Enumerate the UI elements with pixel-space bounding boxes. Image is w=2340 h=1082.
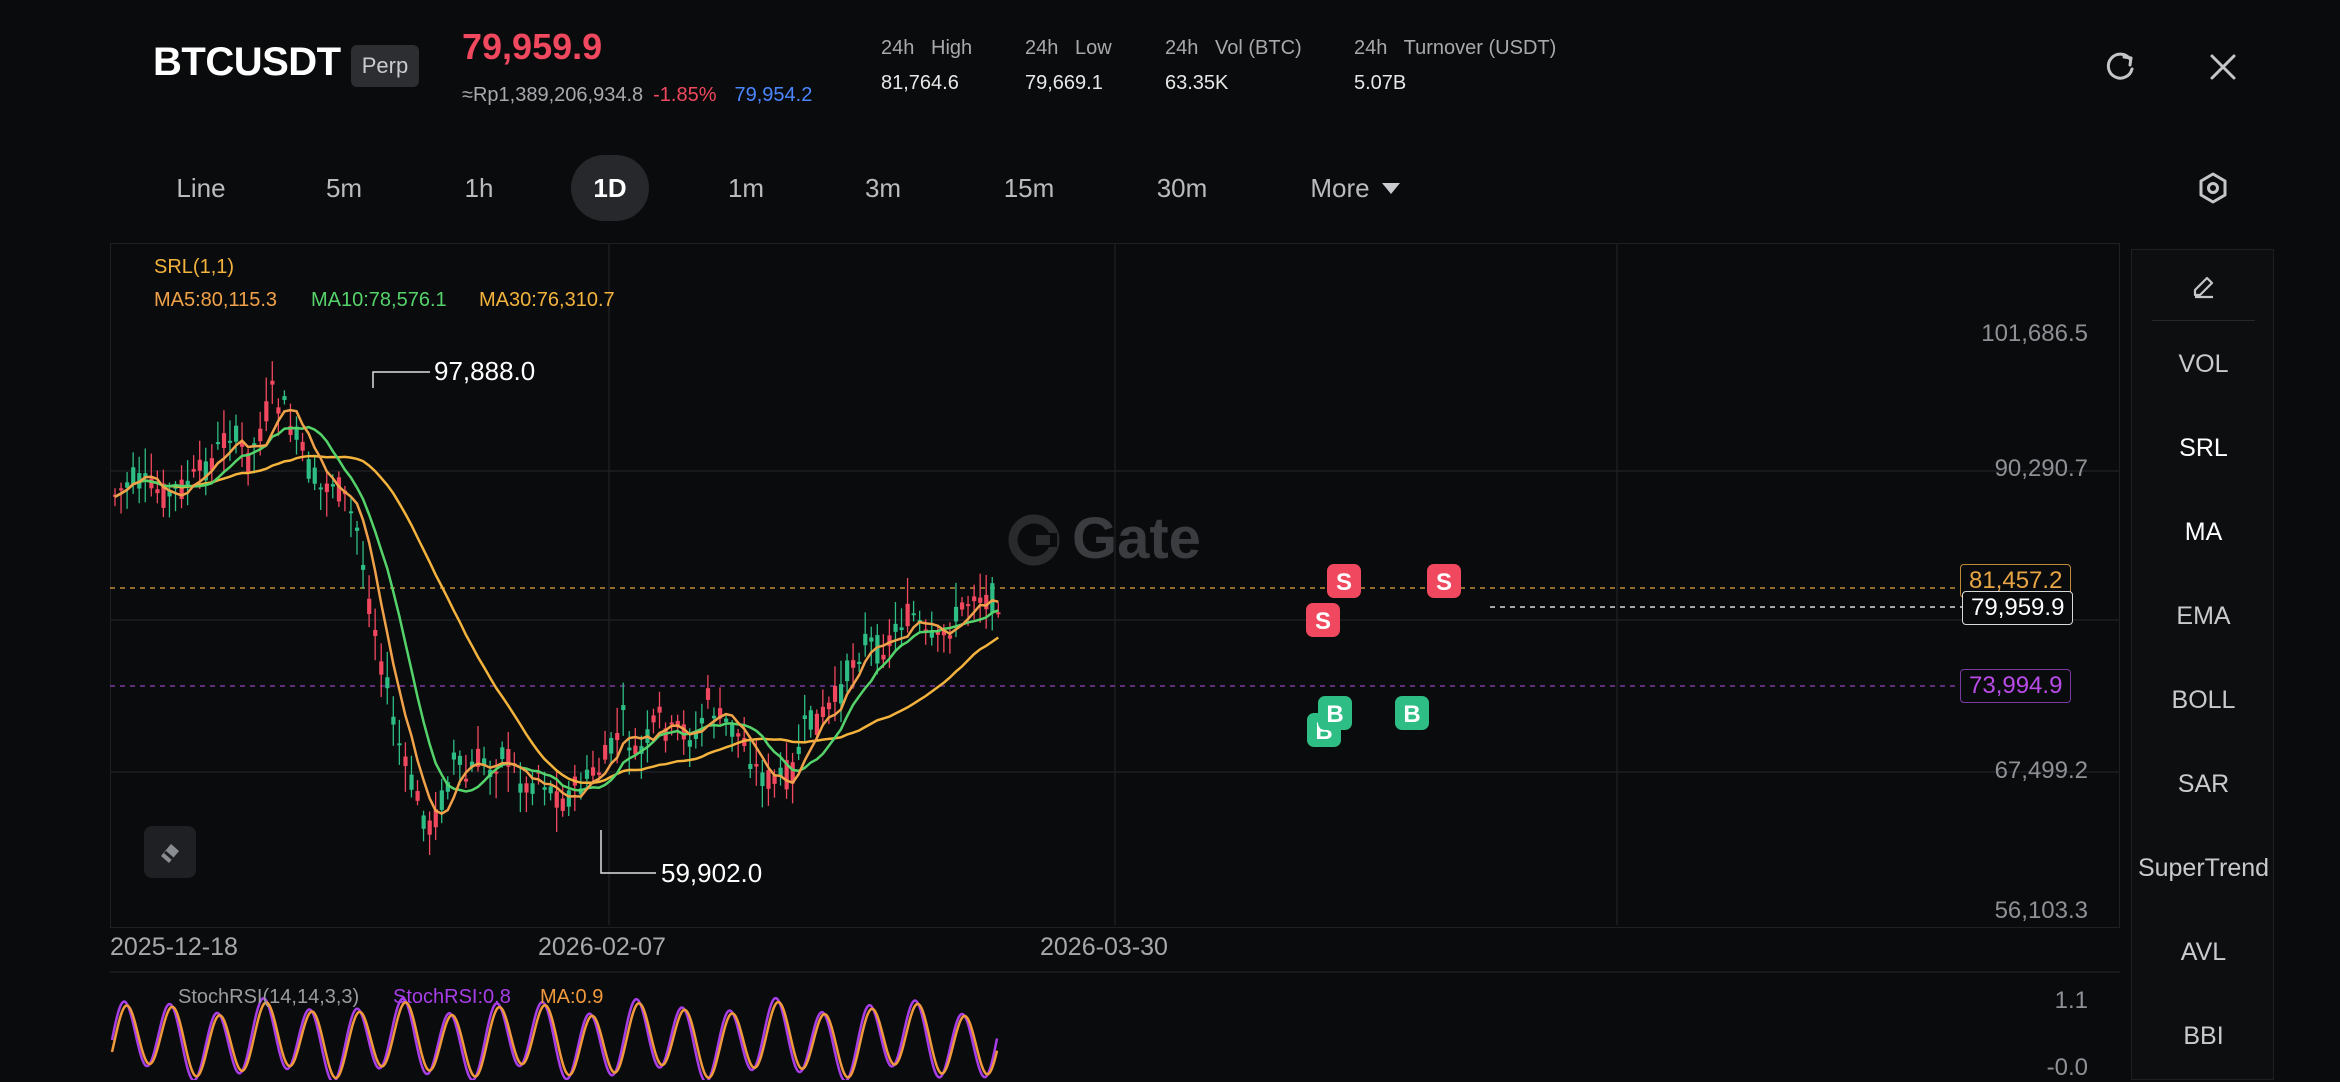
indicator-ma[interactable]: MA — [2132, 518, 2275, 547]
indicator-avl[interactable]: AVL — [2132, 938, 2275, 967]
indicator-sar[interactable]: SAR — [2132, 770, 2275, 799]
divider — [2152, 320, 2255, 321]
stochrsi-ma-value: MA:0.9 — [540, 986, 604, 1008]
stochrsi-params: StochRSI(14,14,3,3) — [178, 986, 360, 1008]
indicator-bbi[interactable]: BBI — [2132, 1022, 2275, 1051]
osc-y-tick-label: -0.0 — [2046, 1054, 2088, 1081]
pencil-icon[interactable] — [2132, 260, 2275, 312]
stochrsi-chart[interactable] — [0, 0, 2340, 1080]
indicator-side-panel: VOL SRL MA EMA BOLL SAR SuperTrend AVL B… — [2131, 249, 2274, 1080]
indicator-srl[interactable]: SRL — [2132, 434, 2275, 463]
indicator-vol[interactable]: VOL — [2132, 350, 2275, 379]
indicator-boll[interactable]: BOLL — [2132, 686, 2275, 715]
indicator-ema[interactable]: EMA — [2132, 602, 2275, 631]
osc-y-tick-label: 1.1 — [2054, 987, 2088, 1014]
indicator-supertrend[interactable]: SuperTrend — [2132, 854, 2275, 883]
stochrsi-value: StochRSI:0.8 — [393, 986, 511, 1008]
